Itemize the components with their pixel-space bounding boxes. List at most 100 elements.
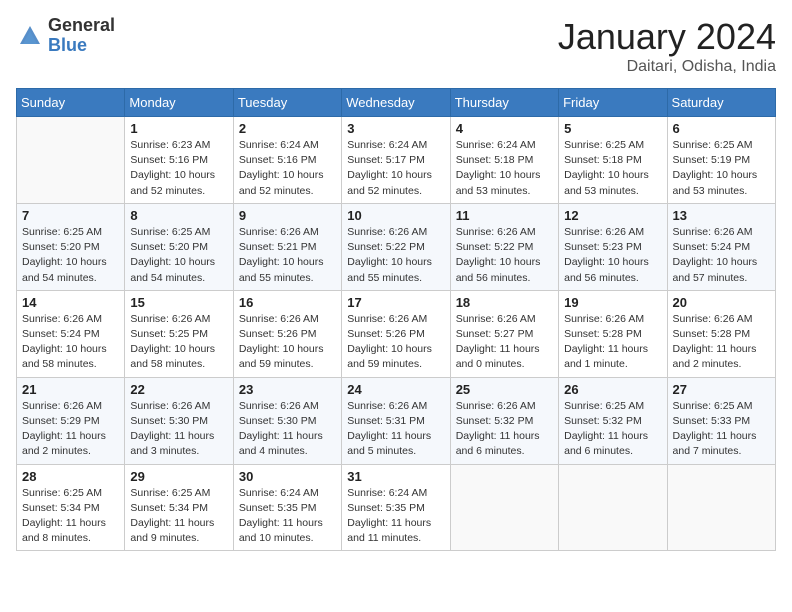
calendar-week-row: 14 Sunrise: 6:26 AM Sunset: 5:24 PM Dayli… [17, 290, 776, 377]
calendar-cell: 6 Sunrise: 6:25 AM Sunset: 5:19 PM Daylig… [667, 117, 775, 204]
calendar-cell: 9 Sunrise: 6:26 AM Sunset: 5:21 PM Daylig… [233, 203, 341, 290]
day-number: 4 [456, 121, 553, 136]
day-number: 6 [673, 121, 770, 136]
weekday-header: Saturday [667, 89, 775, 117]
day-info: Sunrise: 6:24 AM Sunset: 5:16 PM Dayligh… [239, 138, 336, 199]
calendar-cell: 11 Sunrise: 6:26 AM Sunset: 5:22 PM Dayli… [450, 203, 558, 290]
day-number: 29 [130, 469, 227, 484]
title-block: January 2024 Daitari, Odisha, India [558, 16, 776, 76]
day-info: Sunrise: 6:26 AM Sunset: 5:26 PM Dayligh… [347, 312, 444, 373]
day-number: 7 [22, 208, 119, 223]
day-info: Sunrise: 6:25 AM Sunset: 5:32 PM Dayligh… [564, 399, 661, 460]
calendar-cell: 29 Sunrise: 6:25 AM Sunset: 5:34 PM Dayli… [125, 464, 233, 551]
calendar-week-row: 21 Sunrise: 6:26 AM Sunset: 5:29 PM Dayli… [17, 377, 776, 464]
location-title: Daitari, Odisha, India [558, 58, 776, 76]
day-number: 23 [239, 382, 336, 397]
day-info: Sunrise: 6:23 AM Sunset: 5:16 PM Dayligh… [130, 138, 227, 199]
weekday-header: Sunday [17, 89, 125, 117]
day-info: Sunrise: 6:24 AM Sunset: 5:17 PM Dayligh… [347, 138, 444, 199]
logo-blue-text: Blue [48, 36, 115, 56]
calendar-cell: 7 Sunrise: 6:25 AM Sunset: 5:20 PM Daylig… [17, 203, 125, 290]
day-number: 30 [239, 469, 336, 484]
day-number: 31 [347, 469, 444, 484]
calendar-cell [17, 117, 125, 204]
calendar-cell: 18Sunrise: 6:26 AM Sunset: 5:27 PM Dayli… [450, 290, 558, 377]
calendar-cell: 1 Sunrise: 6:23 AM Sunset: 5:16 PM Daylig… [125, 117, 233, 204]
calendar-week-row: 28 Sunrise: 6:25 AM Sunset: 5:34 PM Dayli… [17, 464, 776, 551]
logo-icon [16, 22, 44, 50]
day-info: Sunrise: 6:25 AM Sunset: 5:33 PM Dayligh… [673, 399, 770, 460]
logo-general-text: General [48, 16, 115, 36]
day-info: Sunrise: 6:26 AM Sunset: 5:27 PM Dayligh… [456, 312, 553, 373]
day-info: Sunrise: 6:26 AM Sunset: 5:30 PM Dayligh… [130, 399, 227, 460]
calendar-cell [667, 464, 775, 551]
day-number: 13 [673, 208, 770, 223]
calendar-cell: 14 Sunrise: 6:26 AM Sunset: 5:24 PM Dayli… [17, 290, 125, 377]
day-number: 22 [130, 382, 227, 397]
day-number: 20 [673, 295, 770, 310]
calendar-cell: 23 Sunrise: 6:26 AM Sunset: 5:30 PM Dayli… [233, 377, 341, 464]
day-info: Sunrise: 6:26 AM Sunset: 5:24 PM Dayligh… [673, 225, 770, 286]
calendar-cell: 19Sunrise: 6:26 AM Sunset: 5:28 PM Dayli… [559, 290, 667, 377]
calendar-header-row: SundayMondayTuesdayWednesdayThursdayFrid… [17, 89, 776, 117]
day-number: 3 [347, 121, 444, 136]
day-number: 25 [456, 382, 553, 397]
weekday-header: Thursday [450, 89, 558, 117]
day-number: 5 [564, 121, 661, 136]
weekday-header: Wednesday [342, 89, 450, 117]
calendar-cell: 2 Sunrise: 6:24 AM Sunset: 5:16 PM Daylig… [233, 117, 341, 204]
day-number: 9 [239, 208, 336, 223]
day-number: 21 [22, 382, 119, 397]
calendar-cell: 27 Sunrise: 6:25 AM Sunset: 5:33 PM Dayli… [667, 377, 775, 464]
calendar-cell: 20 Sunrise: 6:26 AM Sunset: 5:28 PM Dayli… [667, 290, 775, 377]
day-info: Sunrise: 6:26 AM Sunset: 5:21 PM Dayligh… [239, 225, 336, 286]
day-info: Sunrise: 6:26 AM Sunset: 5:23 PM Dayligh… [564, 225, 661, 286]
day-number: 26 [564, 382, 661, 397]
calendar-cell: 24Sunrise: 6:26 AM Sunset: 5:31 PM Dayli… [342, 377, 450, 464]
weekday-header: Tuesday [233, 89, 341, 117]
calendar-cell [559, 464, 667, 551]
day-info: Sunrise: 6:26 AM Sunset: 5:25 PM Dayligh… [130, 312, 227, 373]
day-info: Sunrise: 6:25 AM Sunset: 5:19 PM Dayligh… [673, 138, 770, 199]
day-info: Sunrise: 6:25 AM Sunset: 5:34 PM Dayligh… [22, 486, 119, 547]
calendar-table: SundayMondayTuesdayWednesdayThursdayFrid… [16, 88, 776, 551]
calendar-cell [450, 464, 558, 551]
calendar-cell: 28 Sunrise: 6:25 AM Sunset: 5:34 PM Dayli… [17, 464, 125, 551]
day-number: 27 [673, 382, 770, 397]
day-info: Sunrise: 6:26 AM Sunset: 5:22 PM Dayligh… [347, 225, 444, 286]
day-info: Sunrise: 6:26 AM Sunset: 5:29 PM Dayligh… [22, 399, 119, 460]
day-info: Sunrise: 6:26 AM Sunset: 5:28 PM Dayligh… [673, 312, 770, 373]
day-number: 17 [347, 295, 444, 310]
calendar-cell: 31 Sunrise: 6:24 AM Sunset: 5:35 PM Dayli… [342, 464, 450, 551]
calendar-cell: 13 Sunrise: 6:26 AM Sunset: 5:24 PM Dayli… [667, 203, 775, 290]
day-number: 16 [239, 295, 336, 310]
day-info: Sunrise: 6:25 AM Sunset: 5:34 PM Dayligh… [130, 486, 227, 547]
day-info: Sunrise: 6:26 AM Sunset: 5:26 PM Dayligh… [239, 312, 336, 373]
day-info: Sunrise: 6:24 AM Sunset: 5:35 PM Dayligh… [347, 486, 444, 547]
calendar-cell: 5Sunrise: 6:25 AM Sunset: 5:18 PM Daylig… [559, 117, 667, 204]
day-number: 10 [347, 208, 444, 223]
day-number: 14 [22, 295, 119, 310]
day-info: Sunrise: 6:25 AM Sunset: 5:20 PM Dayligh… [130, 225, 227, 286]
day-info: Sunrise: 6:26 AM Sunset: 5:30 PM Dayligh… [239, 399, 336, 460]
day-number: 2 [239, 121, 336, 136]
day-number: 24 [347, 382, 444, 397]
calendar-cell: 16 Sunrise: 6:26 AM Sunset: 5:26 PM Dayli… [233, 290, 341, 377]
weekday-header: Friday [559, 89, 667, 117]
day-number: 28 [22, 469, 119, 484]
calendar-cell: 22 Sunrise: 6:26 AM Sunset: 5:30 PM Dayli… [125, 377, 233, 464]
calendar-cell: 10 Sunrise: 6:26 AM Sunset: 5:22 PM Dayli… [342, 203, 450, 290]
day-info: Sunrise: 6:26 AM Sunset: 5:24 PM Dayligh… [22, 312, 119, 373]
day-number: 1 [130, 121, 227, 136]
day-info: Sunrise: 6:25 AM Sunset: 5:20 PM Dayligh… [22, 225, 119, 286]
calendar-cell: 30Sunrise: 6:24 AM Sunset: 5:35 PM Dayli… [233, 464, 341, 551]
calendar-cell: 17 Sunrise: 6:26 AM Sunset: 5:26 PM Dayli… [342, 290, 450, 377]
day-info: Sunrise: 6:26 AM Sunset: 5:28 PM Dayligh… [564, 312, 661, 373]
day-info: Sunrise: 6:26 AM Sunset: 5:22 PM Dayligh… [456, 225, 553, 286]
day-number: 11 [456, 208, 553, 223]
day-number: 15 [130, 295, 227, 310]
logo: General Blue [16, 16, 115, 56]
calendar-cell: 12Sunrise: 6:26 AM Sunset: 5:23 PM Dayli… [559, 203, 667, 290]
calendar-week-row: 1 Sunrise: 6:23 AM Sunset: 5:16 PM Daylig… [17, 117, 776, 204]
day-number: 8 [130, 208, 227, 223]
